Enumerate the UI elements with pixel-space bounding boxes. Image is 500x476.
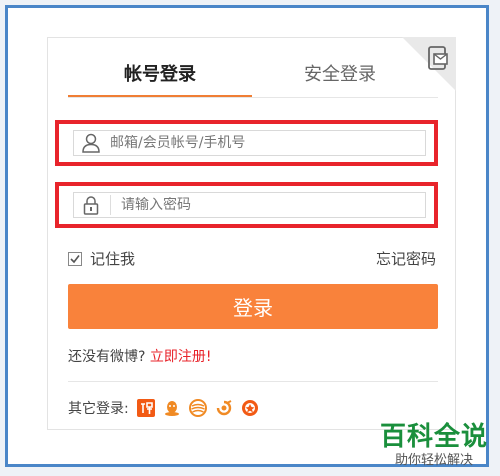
signup-row: 还没有微博? 立即注册!: [68, 346, 212, 366]
tab-account-login[interactable]: 帐号登录: [70, 60, 250, 86]
password-field[interactable]: [73, 192, 426, 218]
forgot-password-link[interactable]: 忘记密码: [376, 248, 436, 269]
other-login-label: 其它登录:: [68, 401, 129, 417]
remember-label: 记住我: [90, 250, 136, 268]
check-icon: [70, 254, 80, 263]
divider: [68, 381, 438, 382]
password-highlight: [55, 182, 438, 228]
login-button[interactable]: 登录: [68, 284, 438, 329]
username-field[interactable]: [73, 130, 426, 156]
tab-divider: [68, 97, 438, 98]
watermark: 百科全说 助你轻松解决: [380, 422, 488, 470]
wangyi-icon[interactable]: [215, 399, 233, 417]
username-input[interactable]: [110, 135, 425, 151]
signup-link[interactable]: 立即注册!: [150, 349, 212, 365]
password-icon-separator: [110, 195, 111, 215]
other-login-row: 其它登录:: [68, 398, 267, 418]
tab-secure-login[interactable]: 安全登录: [250, 60, 430, 86]
tianyi-icon[interactable]: [188, 399, 207, 417]
taobao-icon[interactable]: [136, 399, 155, 417]
watermark-title: 百科全说: [379, 422, 488, 452]
remember-checkbox[interactable]: [68, 251, 82, 266]
remember-me[interactable]: 记住我: [68, 248, 135, 269]
qq-icon[interactable]: [163, 399, 181, 417]
username-highlight: [55, 120, 438, 166]
password-input[interactable]: [121, 197, 425, 213]
watermark-subtitle: 助你轻松解决: [394, 453, 473, 468]
social-icons: [136, 399, 267, 417]
renren-icon[interactable]: [241, 399, 259, 417]
qr-login-icon[interactable]: [427, 46, 449, 72]
user-icon: [82, 133, 100, 153]
lock-icon: [83, 196, 99, 215]
signup-prompt: 还没有微博?: [68, 349, 146, 365]
